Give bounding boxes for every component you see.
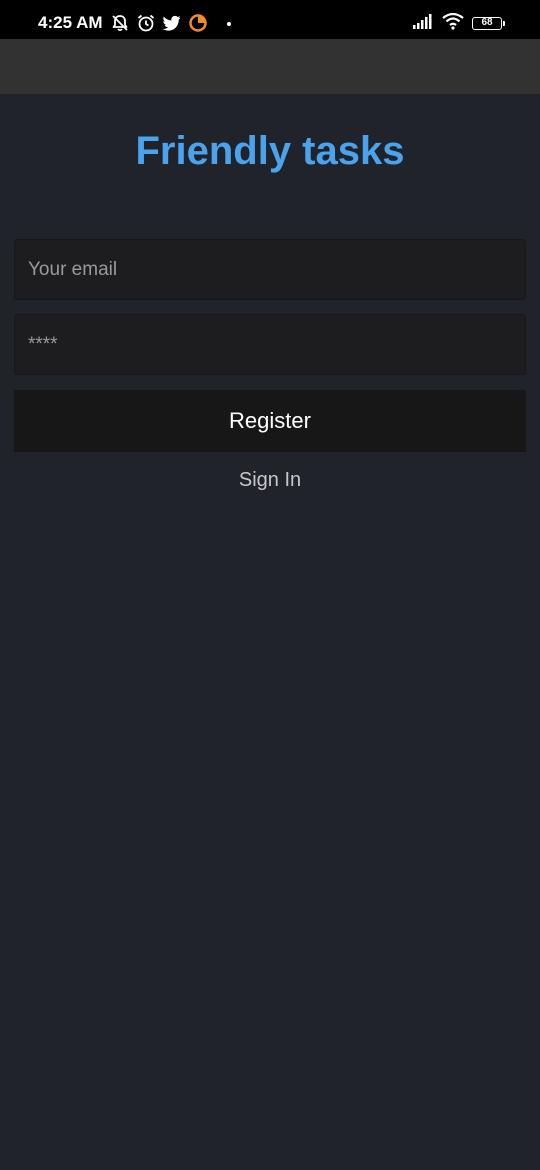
app-title: Friendly tasks — [135, 129, 405, 173]
status-right-icons: 68 — [412, 12, 505, 35]
status-left-icons — [110, 12, 232, 34]
password-field[interactable] — [14, 314, 526, 375]
signal-icon — [412, 12, 434, 35]
battery-icon: 68 — [472, 16, 505, 30]
twitter-icon — [162, 13, 182, 33]
notifications-off-icon — [110, 13, 130, 33]
wifi-icon — [442, 12, 464, 35]
register-button[interactable]: Register — [14, 390, 526, 452]
alarm-icon — [136, 13, 156, 33]
status-time: 4:25 AM — [38, 13, 103, 32]
pie-app-icon — [188, 13, 208, 33]
app-bar — [0, 39, 540, 94]
dot-icon — [226, 13, 232, 33]
sign-in-link[interactable]: Sign In — [200, 468, 340, 492]
status-bar: 4:25 AM 68 — [0, 0, 540, 39]
email-field[interactable] — [14, 239, 526, 300]
battery-level: 68 — [481, 16, 493, 28]
